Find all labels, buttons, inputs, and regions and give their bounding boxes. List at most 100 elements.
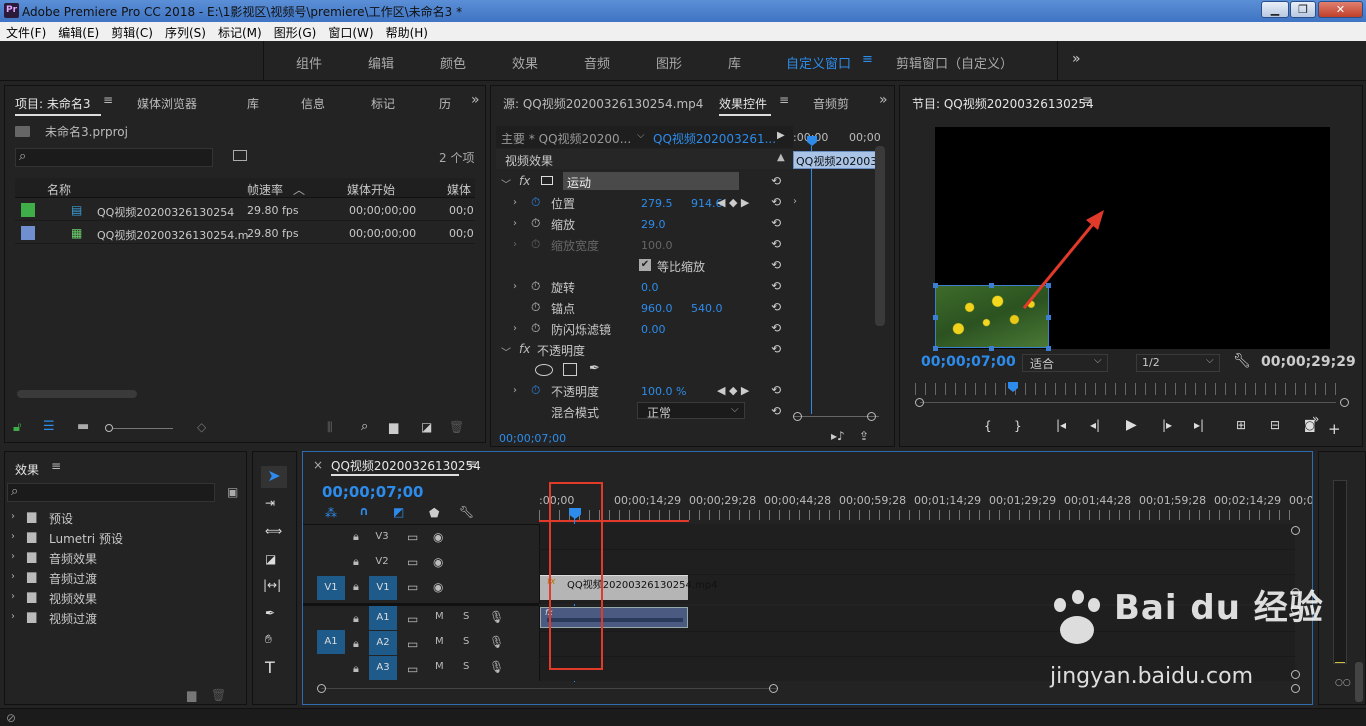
new-bin-icon[interactable]: ▆	[187, 688, 196, 702]
workspace-color[interactable]: 颜色	[440, 53, 466, 72]
track-height-handle[interactable]	[1291, 526, 1300, 535]
effects-item-lumetri[interactable]: Lumetri 预设	[49, 530, 123, 547]
tab-menu-icon[interactable]: ≡	[51, 459, 61, 473]
expand-chevron-icon[interactable]: ›	[513, 323, 517, 334]
solo-track-button[interactable]: S	[463, 636, 469, 647]
scale-value[interactable]: 29.0	[641, 218, 666, 231]
eye-icon[interactable]: ◉	[433, 580, 443, 594]
track-label-a1[interactable]: A1	[369, 606, 397, 630]
track-height-handle[interactable]	[1291, 670, 1300, 679]
reset-icon[interactable]: ⟲	[771, 174, 781, 188]
lock-track-icon[interactable]: 🔒︎	[353, 555, 359, 569]
workspace-libraries[interactable]: 库	[728, 53, 741, 72]
menu-window[interactable]: 窗口(W)	[322, 22, 379, 41]
go-to-in-icon[interactable]: |◂	[1056, 418, 1066, 432]
lock-track-icon[interactable]: 🔒︎	[353, 662, 359, 676]
ec-zoom-handle[interactable]	[867, 412, 876, 421]
expand-chevron-icon[interactable]: ›	[11, 611, 15, 622]
zoom-slider-track[interactable]	[113, 428, 173, 429]
expand-chevron-icon[interactable]: ﹀	[501, 176, 511, 191]
lock-track-icon[interactable]: 🔒︎	[353, 637, 359, 651]
antiflicker-value[interactable]: 0.00	[641, 323, 666, 336]
opacity-value[interactable]: 100.0 %	[641, 385, 686, 398]
microphone-icon[interactable]: 🎙︎	[489, 635, 504, 649]
tab-library[interactable]: 库	[247, 95, 259, 112]
sync-lock-icon[interactable]: ▭	[407, 662, 418, 676]
transform-handle[interactable]	[989, 283, 994, 288]
stopwatch-icon[interactable]: ⏱︎	[531, 300, 540, 315]
eye-icon[interactable]: ◉	[433, 555, 443, 569]
transform-box-icon[interactable]	[541, 176, 553, 185]
more-tabs-icon[interactable]: »	[471, 92, 480, 108]
sort-icon[interactable]: ◇	[197, 420, 206, 434]
transform-handle[interactable]	[1046, 315, 1051, 320]
effects-item-video-effects[interactable]: 视频效果	[49, 590, 97, 607]
program-title[interactable]: 节目: QQ视频20200326130254	[912, 95, 1094, 112]
hand-tool-icon[interactable]: ✋︎	[265, 632, 272, 647]
lock-track-icon[interactable]: 🔒︎	[353, 580, 359, 594]
tab-effect-controls[interactable]: 效果控件	[719, 95, 767, 112]
fx-icon[interactable]: fx	[519, 174, 530, 188]
effects-item-presets[interactable]: 预设	[49, 510, 73, 527]
anchor-y-value[interactable]: 540.0	[691, 302, 723, 315]
workspace-audio[interactable]: 音频	[584, 53, 610, 72]
mute-track-button[interactable]: M	[435, 611, 444, 622]
pen-mask-icon[interactable]: ✒	[589, 361, 600, 376]
expand-chevron-icon[interactable]: ›	[513, 218, 517, 229]
lock-track-icon[interactable]: 🔒︎	[353, 612, 359, 626]
track-label-v3[interactable]: V3	[371, 527, 393, 547]
zoom-slider-handle[interactable]	[105, 424, 113, 432]
slip-tool-icon[interactable]: |↔|	[263, 578, 281, 592]
find-icon[interactable]: ⌕	[361, 419, 368, 434]
mark-in-icon[interactable]: {	[984, 419, 992, 433]
tab-markers[interactable]: 标记	[371, 95, 395, 112]
wrench-icon[interactable]: 🔧︎	[459, 505, 474, 519]
rectangle-mask-icon[interactable]	[563, 363, 577, 376]
reset-icon[interactable]: ⟲	[771, 195, 781, 209]
expand-chevron-icon[interactable]: ›	[11, 511, 15, 522]
microphone-icon[interactable]: 🎙︎	[489, 660, 504, 674]
solo-meter-icon[interactable]: ○○	[1335, 678, 1351, 688]
list-view-icon[interactable]: ☰	[43, 419, 55, 434]
transform-handle[interactable]	[989, 346, 994, 351]
play-icon[interactable]: ▶	[1126, 417, 1137, 433]
workspace-menu-icon[interactable]: ≡	[862, 52, 873, 67]
program-ruler[interactable]	[915, 383, 1340, 395]
workspace-editing[interactable]: 编辑	[368, 53, 394, 72]
reset-icon[interactable]: ⟲	[771, 342, 781, 356]
effects-item-audio-transitions[interactable]: 音频过渡	[49, 570, 97, 587]
snap-icon[interactable]: ∩	[359, 504, 369, 518]
mark-out-icon[interactable]: }	[1014, 419, 1022, 433]
effects-item-audio-effects[interactable]: 音频效果	[49, 550, 97, 567]
meter-scrollbar[interactable]	[1355, 662, 1363, 702]
rotation-value[interactable]: 0.0	[641, 281, 659, 294]
track-select-tool-icon[interactable]: ⇥	[265, 496, 275, 510]
menu-file[interactable]: 文件(F)	[0, 22, 52, 41]
track-height-handle[interactable]	[1291, 588, 1300, 597]
timeline-zoom-handle[interactable]	[769, 684, 778, 693]
reset-icon[interactable]: ⟲	[771, 404, 781, 418]
tab-media-browser[interactable]: 媒体浏览器	[137, 95, 197, 112]
ec-timecode[interactable]: 00;00;07;00	[499, 432, 566, 445]
step-forward-icon[interactable]: |▸	[1162, 418, 1172, 432]
transform-handle[interactable]	[933, 346, 938, 351]
sync-lock-icon[interactable]: ▭	[407, 555, 418, 569]
expand-chevron-icon[interactable]: ›	[513, 385, 517, 396]
workspace-graphics[interactable]: 图形	[656, 53, 682, 72]
transform-handle[interactable]	[933, 283, 938, 288]
icon-view-icon[interactable]: ▬	[77, 419, 89, 434]
tab-menu-icon[interactable]: ≡	[779, 93, 789, 107]
menu-edit[interactable]: 编辑(E)	[52, 22, 105, 41]
stopwatch-icon[interactable]: ⏱︎	[531, 237, 540, 252]
stopwatch-icon[interactable]: ⏱︎	[531, 279, 540, 294]
new-bin-icon[interactable]: ▣	[227, 485, 238, 499]
track-label-a2[interactable]: A2	[369, 631, 397, 655]
filter-audio-icon[interactable]: ▸♪	[831, 429, 845, 443]
close-button[interactable]: ✕	[1318, 1, 1363, 18]
tab-source[interactable]: 源: QQ视频20200326130254.mp4	[503, 95, 703, 112]
source-patch-a1[interactable]: A1	[317, 630, 345, 654]
expand-chevron-icon[interactable]: ›	[513, 197, 517, 208]
stopwatch-icon[interactable]: ⏱︎	[531, 383, 540, 398]
eye-icon[interactable]: ◉	[433, 530, 443, 544]
tab-menu-icon[interactable]: ≡	[467, 457, 477, 471]
